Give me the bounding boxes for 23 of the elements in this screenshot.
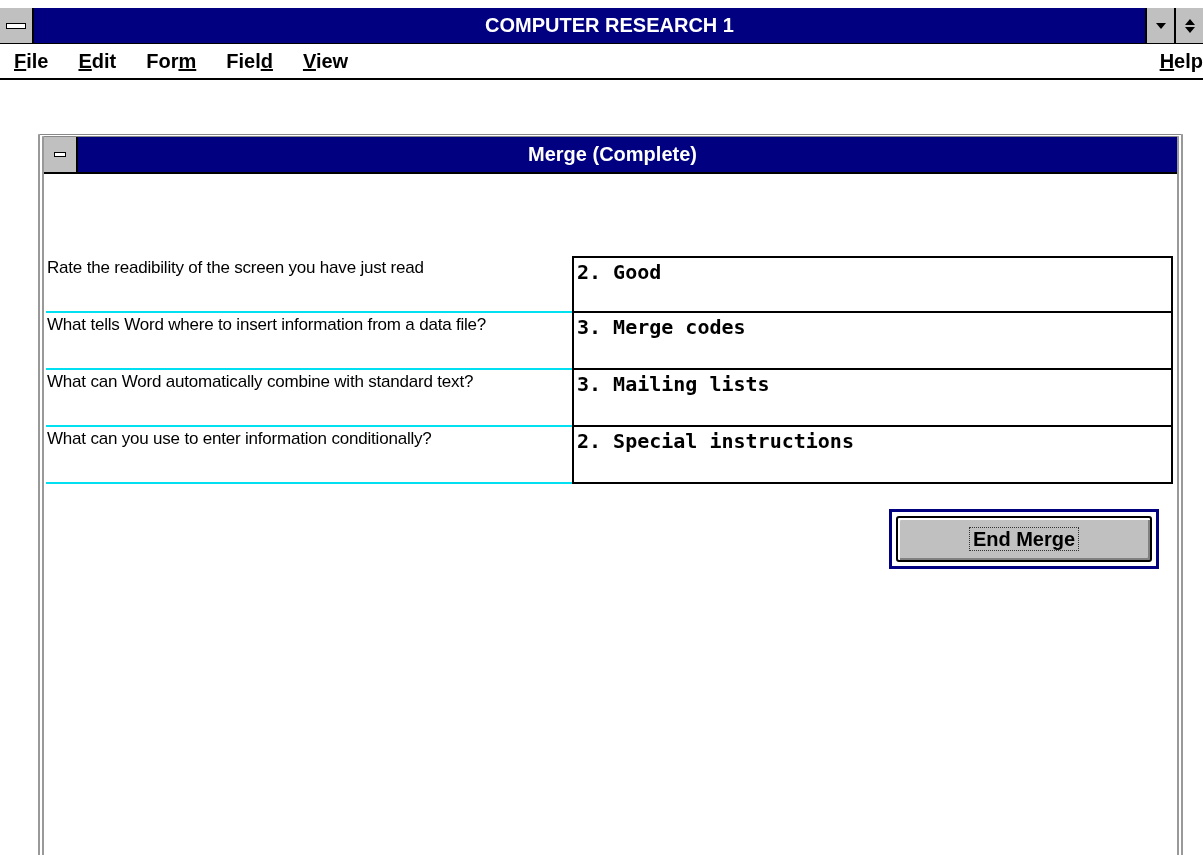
question-label: Rate the readibility of the screen you have just read bbox=[46, 256, 572, 313]
menu-item[interactable]: Edit bbox=[78, 49, 117, 73]
answer-field[interactable]: 3. Mailing lists bbox=[572, 370, 1173, 427]
system-menu-button[interactable] bbox=[44, 137, 78, 172]
answer-field[interactable]: 2. Good bbox=[572, 256, 1173, 313]
question-label: What tells Word where to insert information from a data file? bbox=[46, 313, 572, 370]
menu-item[interactable]: Help bbox=[1159, 49, 1203, 73]
up-down-arrows-icon bbox=[1184, 17, 1195, 34]
answer-field[interactable]: 2. Special instructions bbox=[572, 427, 1173, 484]
menu-item[interactable]: Form bbox=[146, 49, 197, 73]
question-label: What can you use to enter information conditionally? bbox=[46, 427, 572, 484]
down-triangle-icon bbox=[1155, 22, 1166, 29]
dialog-title: Merge (Complete) bbox=[527, 143, 698, 166]
window-title: COMPUTER RESEARCH 1 bbox=[484, 14, 735, 37]
minimize-button[interactable] bbox=[1145, 8, 1174, 43]
system-menu-button[interactable] bbox=[0, 8, 34, 43]
menu-item[interactable]: File bbox=[14, 49, 49, 73]
menu-item[interactable]: Field bbox=[226, 49, 273, 73]
question-label: What can Word automatically combine with standard text? bbox=[46, 370, 572, 427]
menu-item[interactable]: View bbox=[302, 49, 349, 73]
restore-button[interactable] bbox=[1174, 8, 1203, 43]
end-merge-button[interactable]: End Merge bbox=[896, 516, 1152, 562]
answer-field[interactable]: 3. Merge codes bbox=[572, 313, 1173, 370]
